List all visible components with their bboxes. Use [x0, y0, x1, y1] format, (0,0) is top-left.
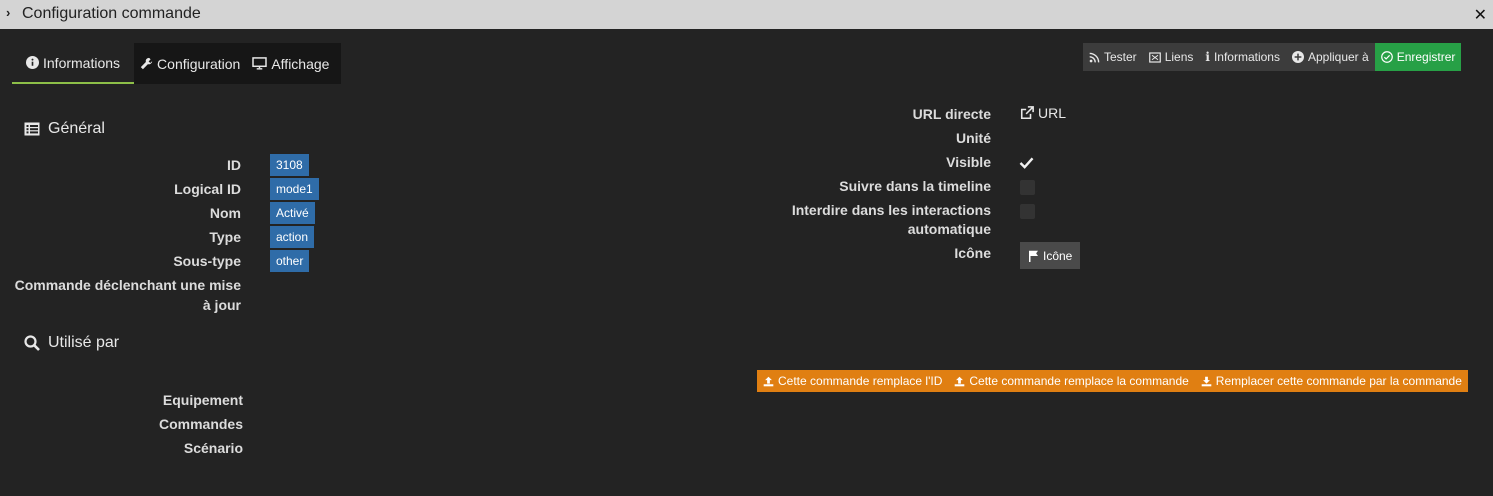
- url-directe-label: URL directe: [912, 106, 991, 122]
- list-alt-icon: [24, 122, 40, 136]
- scenario-label: Scénario: [183, 440, 243, 456]
- rss-icon: [1089, 52, 1100, 62]
- plus-circle-icon: [1291, 51, 1304, 63]
- nom-value: Activé: [270, 202, 315, 224]
- tab-bar: Informations Configuration Affichage: [12, 43, 342, 84]
- declenchant-label-line1: Commande déclenchant une mise: [14, 277, 241, 293]
- nom-label: Nom: [209, 205, 241, 221]
- type-value: action: [270, 226, 315, 248]
- replace-id-button[interactable]: Cette commande remplace l'ID: [757, 370, 948, 392]
- replace-by-command-label: Remplacer cette commande par la commande: [1215, 374, 1462, 388]
- general-title-text: Général: [48, 120, 105, 137]
- external-link-icon: [1020, 106, 1034, 120]
- url-link-label: URL: [1038, 105, 1067, 121]
- liens-label: Liens: [1164, 50, 1194, 64]
- upload-icon: [955, 376, 965, 386]
- utilise-title-text: Utilisé par: [48, 334, 120, 351]
- check-circle-icon: [1380, 51, 1393, 63]
- tab-affichage-label: Affichage: [271, 55, 330, 72]
- icone-button[interactable]: Icône: [1020, 242, 1081, 269]
- tab-informations[interactable]: Informations: [12, 43, 135, 84]
- tester-button[interactable]: Tester: [1083, 43, 1143, 71]
- close-icon[interactable]: ✕: [1474, 5, 1487, 25]
- timeline-label: Suivre dans la timeline: [839, 178, 991, 194]
- sitemap-icon: [1148, 51, 1161, 63]
- interdire-label-line2: automatique: [907, 221, 991, 237]
- tab-affichage[interactable]: Affichage: [246, 43, 335, 84]
- icone-button-label: Icône: [1043, 248, 1073, 263]
- informations-label: Informations: [1213, 50, 1280, 64]
- monitor-icon: [252, 57, 268, 70]
- sous-type-value: other: [270, 250, 310, 272]
- replace-id-label: Cette commande remplace l'ID: [778, 374, 943, 388]
- replace-command-button[interactable]: Cette commande remplace la commande: [948, 370, 1194, 392]
- flag-icon: [1029, 250, 1038, 262]
- info-icon: i: [1205, 50, 1210, 64]
- tab-group-dark: Configuration Affichage: [134, 43, 342, 84]
- toolbar: Tester Liens i Informations Appliquer à …: [1083, 43, 1462, 71]
- download-icon: [1201, 376, 1212, 386]
- appliquer-button[interactable]: Appliquer à: [1285, 43, 1375, 71]
- tester-label: Tester: [1104, 50, 1137, 64]
- utilise-section-title: Utilisé par: [24, 334, 119, 352]
- info-circle-icon: [26, 56, 39, 69]
- interdire-label-line1: Interdire dans les interactions: [791, 202, 991, 218]
- tab-configuration-label: Configuration: [157, 55, 241, 72]
- appliquer-label: Appliquer à: [1307, 50, 1369, 64]
- informations-button[interactable]: i Informations: [1199, 43, 1286, 71]
- tab-configuration[interactable]: Configuration: [134, 43, 246, 84]
- visible-label: Visible: [946, 154, 991, 170]
- timeline-checkbox[interactable]: [1020, 180, 1035, 195]
- chevron-right-icon[interactable]: ›: [6, 5, 10, 20]
- id-label: ID: [227, 157, 241, 173]
- interdire-checkbox[interactable]: [1020, 204, 1035, 219]
- equipement-label: Equipement: [162, 392, 243, 408]
- replace-by-command-button[interactable]: Remplacer cette commande par la commande: [1195, 370, 1468, 392]
- logical-id-label: Logical ID: [174, 181, 241, 197]
- enregistrer-label: Enregistrer: [1396, 50, 1456, 64]
- commandes-label: Commandes: [158, 416, 243, 432]
- replace-command-label: Cette commande remplace la commande: [969, 374, 1189, 388]
- upload-icon: [763, 376, 774, 386]
- url-link[interactable]: URL: [1020, 105, 1066, 121]
- visible-checkbox[interactable]: [1019, 156, 1034, 169]
- logical-id-value: mode1: [270, 178, 319, 200]
- general-section-title: Général: [24, 120, 105, 138]
- replace-button-group: Cette commande remplace l'ID Cette comma…: [757, 370, 1468, 392]
- icone-label: Icône: [954, 245, 991, 261]
- enregistrer-button[interactable]: Enregistrer: [1374, 43, 1462, 71]
- window-titlebar: › Configuration commande ✕: [0, 0, 1493, 29]
- unite-label: Unité: [956, 130, 991, 146]
- sous-type-label: Sous-type: [173, 253, 241, 269]
- wrench-icon: [140, 57, 153, 70]
- type-label: Type: [209, 229, 241, 245]
- window-title: Configuration commande: [22, 5, 201, 22]
- liens-button[interactable]: Liens: [1142, 43, 1200, 71]
- declenchant-label-line2: à jour: [202, 297, 241, 313]
- search-icon: [24, 335, 40, 351]
- id-value: 3108: [270, 154, 309, 176]
- tab-informations-label: Informations: [43, 54, 121, 71]
